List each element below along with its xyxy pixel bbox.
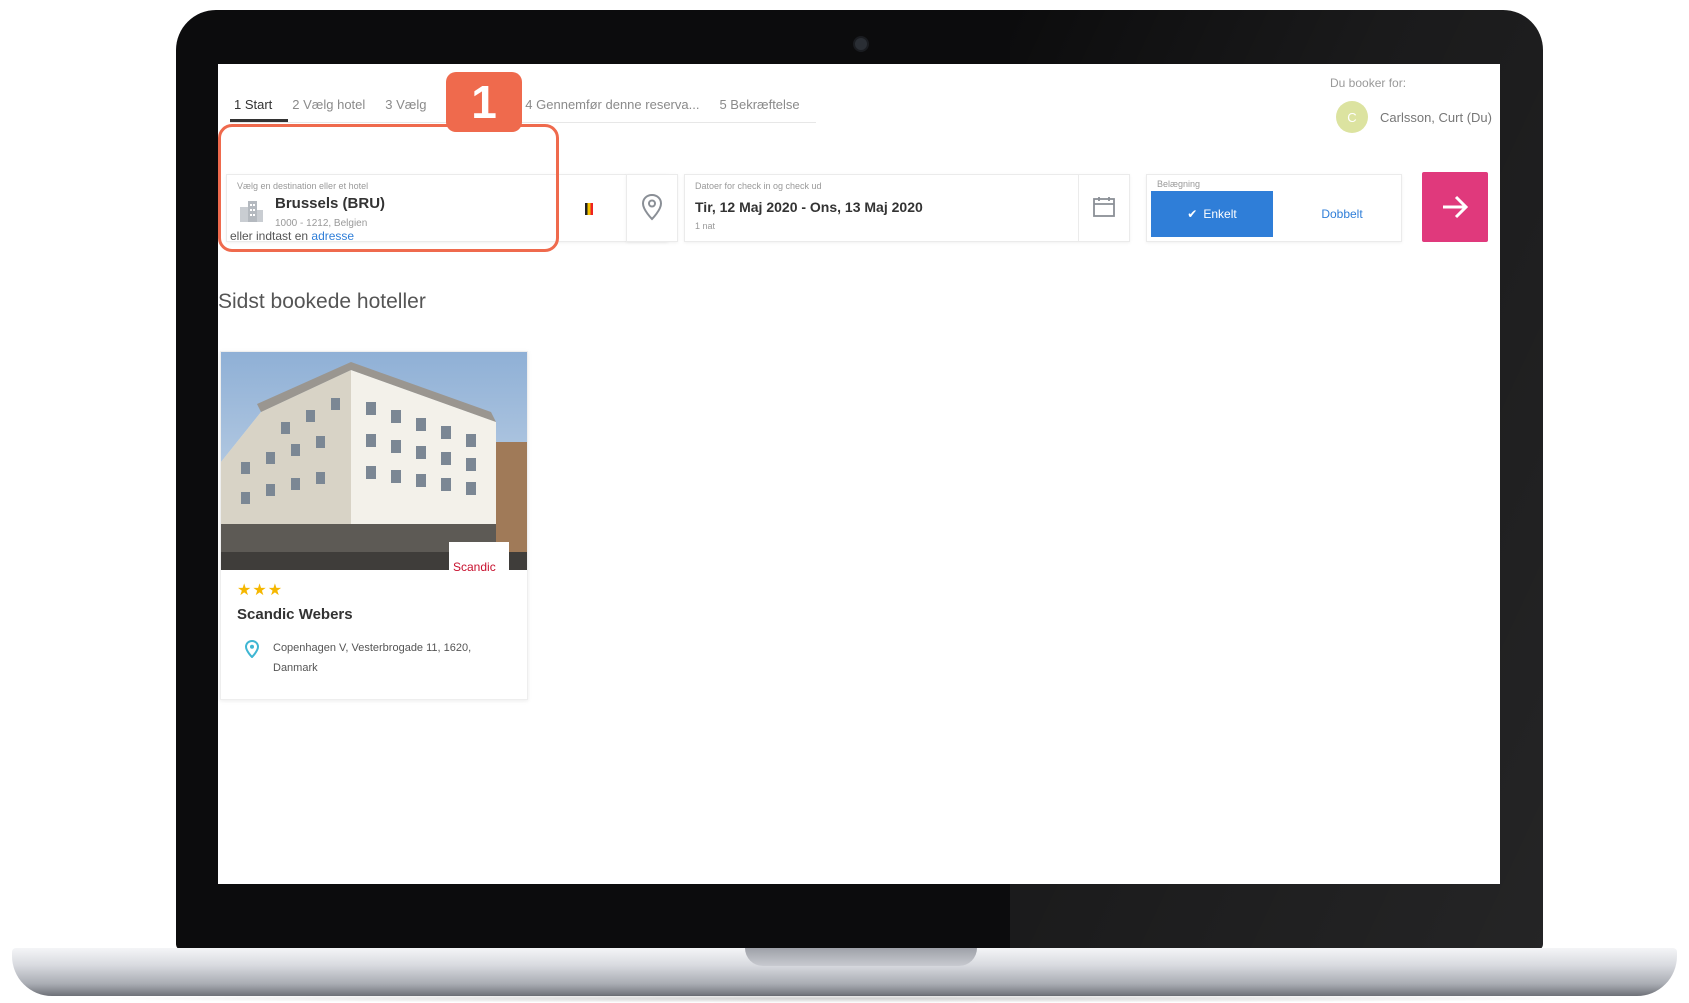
single-room-button[interactable]: ✔ Enkelt <box>1151 191 1273 237</box>
booker-name: Carlsson, Curt (Du) <box>1380 109 1492 125</box>
hotel-card[interactable]: Scandic ★★★ Scandic Webers Copenhagen V,… <box>220 351 528 700</box>
hotel-brand-logo: Scandic <box>453 560 496 574</box>
avatar: C <box>1336 101 1368 133</box>
location-pin-icon <box>245 640 259 658</box>
laptop-shadow <box>60 994 1630 1003</box>
booker-label: Du booker for: <box>1330 76 1407 90</box>
webcam <box>853 36 869 52</box>
hotel-name: Scandic Webers <box>237 606 353 623</box>
booker-selector[interactable]: C Carlsson, Curt (Du) <box>1336 101 1492 133</box>
recent-hotels-title: Sidst bookede hoteller <box>218 290 426 313</box>
highlight-box <box>218 124 559 252</box>
calendar-button[interactable] <box>1078 175 1129 241</box>
map-pin-icon <box>641 193 663 221</box>
step-choose-hotel[interactable]: 2 Vælg hotel <box>288 96 381 122</box>
calendar-icon <box>1093 197 1115 217</box>
dates-value: Tir, 12 Maj 2020 - Ons, 13 Maj 2020 <box>695 199 923 215</box>
laptop-notch <box>745 948 977 966</box>
hotel-photo <box>221 352 527 570</box>
booking-steps: 1 Start 2 Vælg hotel 3 Vælg 4 Gennemfør … <box>230 96 816 123</box>
location-pin-button[interactable] <box>626 174 678 242</box>
step-start[interactable]: 1 Start <box>230 96 289 122</box>
search-go-button[interactable] <box>1422 172 1488 242</box>
occupancy-label: Belægning <box>1157 179 1201 189</box>
occupancy-field: Belægning ✔ Enkelt Dobbelt <box>1146 174 1402 242</box>
laptop-screen: 1 Start 2 Vælg hotel 3 Vælg 4 Gennemfør … <box>218 64 1500 884</box>
hotel-address: Copenhagen V, Vesterbrogade 11, 1620, Da… <box>273 642 472 674</box>
date-range-field[interactable]: Datoer for check in og check ud Tir, 12 … <box>684 174 1130 242</box>
step-complete-reservation[interactable]: 4 Gennemfør denne reserva... <box>521 96 715 122</box>
check-icon: ✔ <box>1187 207 1198 221</box>
single-room-label: Enkelt <box>1203 207 1237 221</box>
step-callout-badge: 1 <box>446 72 522 132</box>
dates-label: Datoer for check in og check ud <box>695 181 822 191</box>
double-room-button[interactable]: Dobbelt <box>1287 191 1397 237</box>
belgium-flag-icon <box>585 203 593 215</box>
arrow-right-icon <box>1443 195 1469 219</box>
nights-count: 1 nat <box>695 221 716 231</box>
step-confirmation[interactable]: 5 Bekræftelse <box>715 96 815 122</box>
hotel-star-rating: ★★★ <box>237 582 284 599</box>
